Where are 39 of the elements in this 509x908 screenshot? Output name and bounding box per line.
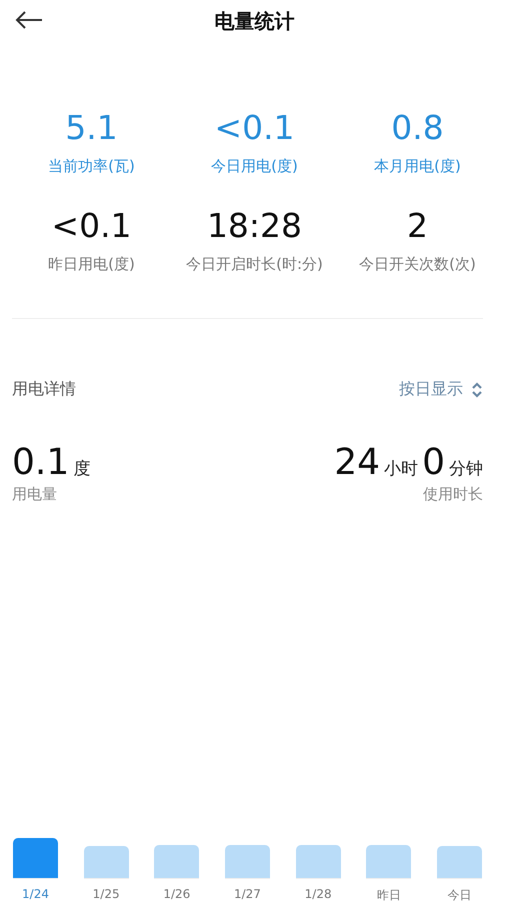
stat-label: 今日开启时长(时:分) — [186, 255, 323, 274]
stat-label: 本月用电(度) — [374, 157, 461, 176]
usage-bar[interactable] — [366, 845, 412, 878]
day-label[interactable]: 1/24 — [22, 887, 49, 901]
minutes-value: 0 — [422, 442, 445, 483]
section-title: 用电详情 — [12, 379, 76, 400]
minutes-unit: 分钟 — [449, 458, 483, 480]
day-label[interactable]: 1/27 — [234, 887, 261, 901]
usage-value: 0.1 — [12, 442, 70, 483]
stat-value: <0.1 — [214, 108, 295, 147]
stat-value: 5.1 — [65, 108, 118, 147]
hours-value: 24 — [334, 442, 380, 483]
usage-bar[interactable] — [224, 845, 270, 878]
stat-label: 昨日用电(度) — [48, 255, 135, 274]
day-label[interactable]: 1/26 — [163, 887, 190, 901]
back-arrow-icon[interactable] — [14, 10, 44, 30]
day-label[interactable]: 1/28 — [304, 887, 332, 901]
stat-value: 0.8 — [391, 108, 444, 147]
day-label[interactable]: 今日 — [447, 887, 472, 904]
sort-caret-icon — [471, 380, 483, 398]
stat-label: 今日开关次数(次) — [359, 255, 476, 274]
day-label[interactable]: 昨日 — [376, 887, 401, 904]
stat-label: 今日用电(度) — [211, 157, 298, 176]
duration-label: 使用时长 — [423, 485, 483, 504]
usage-bar[interactable] — [436, 846, 482, 878]
stat-value: <0.1 — [51, 206, 132, 245]
usage-label: 用电量 — [12, 485, 58, 504]
usage-bar[interactable] — [84, 846, 129, 878]
usage-bar[interactable] — [154, 845, 200, 878]
stat-value: 2 — [407, 206, 428, 245]
page-title: 电量统计 — [214, 8, 294, 34]
usage-bar[interactable] — [13, 838, 58, 878]
day-label[interactable]: 1/25 — [92, 887, 120, 901]
usage-unit: 度 — [73, 458, 90, 480]
stat-value: 18:28 — [206, 206, 302, 245]
hours-unit: 小时 — [384, 458, 418, 480]
display-mode-dropdown[interactable]: 按日显示 — [399, 379, 483, 400]
usage-bar[interactable] — [296, 845, 341, 878]
stat-label: 当前功率(瓦) — [48, 157, 135, 176]
